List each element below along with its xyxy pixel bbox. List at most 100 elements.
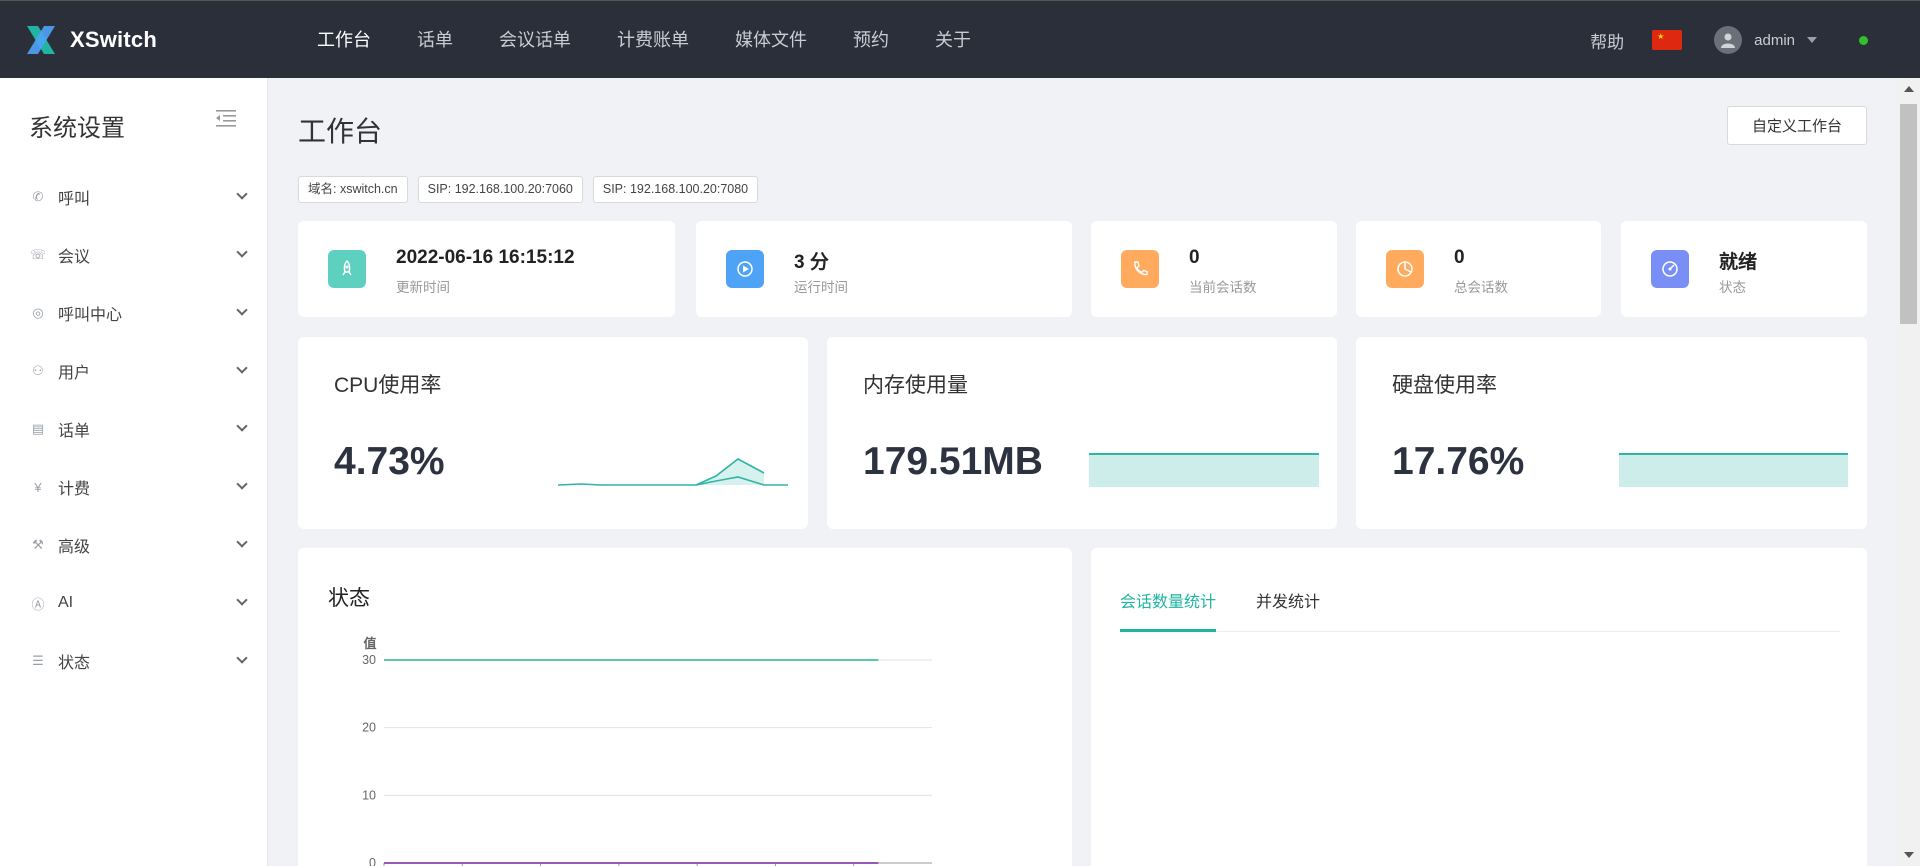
username[interactable]: admin [1754, 32, 1795, 49]
y-axis-label: 值 [363, 636, 376, 651]
stat-value: 3 分 [794, 252, 829, 273]
chevron-down-icon[interactable] [1807, 37, 1817, 43]
chevron-down-icon [236, 420, 248, 432]
chevron-down-icon [236, 594, 248, 606]
phone-icon: ✆ [32, 189, 44, 204]
memory-usage-card: 内存使用量 179.51MB [827, 337, 1337, 529]
stat-label: 运行时间 [794, 280, 848, 295]
stat-label: 状态 [1719, 280, 1746, 295]
metric-title: 硬盘使用率 [1392, 374, 1497, 397]
nav-booking[interactable]: 预约 [830, 1, 912, 79]
stat-card-update-time: 2022-06-16 16:15:12 更新时间 [298, 221, 675, 317]
chevron-down-icon [236, 652, 248, 664]
stat-value: 2022-06-16 16:15:12 [396, 247, 575, 268]
chevron-down-icon [236, 478, 248, 490]
user-avatar-icon[interactable] [1714, 26, 1743, 54]
cpu-sparkline [557, 458, 788, 486]
main-content: 工作台 自定义工作台 域名: xswitch.cn SIP: 192.168.1… [269, 78, 1897, 866]
ai-icon: Ⓐ [31, 596, 45, 612]
metric-value: 17.76% [1392, 440, 1525, 483]
sidebar-item-ai[interactable]: Ⓐ AI [0, 574, 268, 632]
gauge-icon [1651, 250, 1689, 288]
nav-billing[interactable]: 计费账单 [594, 1, 712, 79]
metric-title: CPU使用率 [334, 374, 442, 397]
session-stats-panel: 会话数量统计 并发统计 [1091, 548, 1867, 866]
stat-card-uptime: 3 分 运行时间 [696, 221, 1072, 317]
app-name: XSwitch [70, 26, 157, 52]
sidebar-item-advanced[interactable]: ⚒ 高级 [0, 516, 268, 574]
chevron-down-icon [236, 362, 248, 374]
user-icon: ⚇ [32, 363, 44, 378]
play-icon [726, 250, 764, 288]
sidebar-item-call-center[interactable]: ◎ 呼叫中心 [0, 284, 268, 342]
sidebar-item-call[interactable]: ✆ 呼叫 [0, 168, 268, 226]
conference-icon: ☏ [29, 247, 47, 262]
help-link[interactable]: 帮助 [1590, 28, 1624, 53]
stat-value: 就绪 [1719, 252, 1758, 273]
wrench-icon: ⚒ [32, 537, 44, 552]
billing-icon: ¥ [34, 479, 42, 495]
metric-value: 4.73% [334, 440, 445, 483]
metric-title: 内存使用量 [863, 374, 968, 397]
cpu-usage-card: CPU使用率 4.73% [298, 337, 808, 529]
nav-workbench[interactable]: 工作台 [294, 1, 394, 79]
nav-media-files[interactable]: 媒体文件 [712, 1, 830, 79]
sidebar-item-conference[interactable]: ☏ 会议 [0, 226, 268, 284]
status-line-chart: 值010203016:..16:..16:..16:..16:..16:..16… [362, 636, 932, 866]
server-info-tags: 域名: xswitch.cn SIP: 192.168.100.20:7060 … [298, 176, 768, 203]
top-navbar: XSwitch 工作台 话单 会议话单 计费账单 媒体文件 预约 关于 帮助 ★… [0, 0, 1920, 78]
chevron-down-icon [236, 536, 248, 548]
sip-tag: SIP: 192.168.100.20:7060 [417, 176, 583, 203]
y-tick-label: 0 [369, 856, 376, 866]
collapse-menu-icon[interactable] [214, 108, 238, 128]
nav-about[interactable]: 关于 [912, 1, 994, 79]
metric-value: 179.51MB [863, 440, 1043, 483]
stat-card-status: 就绪 状态 [1621, 221, 1867, 317]
cdr-icon: ▤ [31, 421, 45, 436]
status-panel-title: 状态 [328, 587, 370, 610]
stat-value: 0 [1454, 247, 1465, 268]
stat-label: 更新时间 [396, 280, 450, 295]
stat-card-total-sessions: 0 总会话数 [1356, 221, 1601, 317]
chevron-down-icon [236, 246, 248, 258]
sidebar-item-user[interactable]: ⚇ 用户 [0, 342, 268, 400]
pie-icon [1386, 250, 1424, 288]
tab-session-count[interactable]: 会话数量统计 [1120, 588, 1217, 632]
xswitch-logo-icon [27, 25, 55, 54]
chevron-down-icon [236, 188, 248, 200]
sip-tag: SIP: 192.168.100.20:7080 [592, 176, 759, 203]
disk-usage-card: 硬盘使用率 17.76% [1356, 337, 1867, 529]
customize-workbench-button[interactable]: 自定义工作台 [1727, 106, 1867, 145]
scroll-up-icon[interactable] [1904, 86, 1914, 92]
chevron-down-icon [236, 304, 248, 316]
disk-sparkline [1619, 453, 1848, 487]
page-scrollbar[interactable] [1897, 78, 1920, 866]
stat-label: 当前会话数 [1189, 280, 1257, 295]
app-logo[interactable]: XSwitch [24, 22, 294, 58]
scroll-thumb[interactable] [1900, 104, 1917, 324]
nav-conference-cdr[interactable]: 会议话单 [476, 1, 594, 79]
domain-tag: 域名: xswitch.cn [298, 176, 408, 203]
sidebar-title: 系统设置 [29, 115, 125, 142]
stat-label: 总会话数 [1454, 280, 1508, 295]
status-panel: 状态 值010203016:..16:..16:..16:..16:..16:.… [298, 548, 1072, 866]
y-tick-label: 30 [362, 653, 376, 667]
sidebar-item-cdr[interactable]: ▤ 话单 [0, 400, 268, 458]
sidebar-item-billing[interactable]: ¥ 计费 [0, 458, 268, 516]
rocket-icon [328, 250, 366, 288]
nav-cdr[interactable]: 话单 [394, 1, 476, 79]
memory-sparkline [1089, 453, 1319, 487]
call-center-icon: ◎ [32, 305, 44, 320]
sidebar-item-status[interactable]: ☰ 状态 [0, 632, 268, 690]
main-nav: 工作台 话单 会议话单 计费账单 媒体文件 预约 关于 [294, 1, 994, 79]
online-status-dot [1859, 35, 1868, 45]
scroll-down-icon[interactable] [1904, 852, 1914, 858]
stat-card-current-sessions: 0 当前会话数 [1091, 221, 1337, 317]
y-tick-label: 20 [362, 721, 376, 735]
status-list-icon: ☰ [32, 653, 44, 668]
sidebar-menu: ✆ 呼叫 ☏ 会议 ◎ 呼叫中心 ⚇ 用户 ▤ 话单 ¥ 计费 ⚒ 高级 Ⓐ AI ☰ 状态 [0, 168, 268, 690]
page-title: 工作台 [298, 116, 383, 147]
sidebar: 系统设置 ✆ 呼叫 ☏ 会议 ◎ 呼叫中心 ⚇ 用户 ▤ 话单 ¥ 计费 ⚒ 高级 Ⓐ AI ☰… [0, 78, 268, 866]
tab-concurrency[interactable]: 并发统计 [1256, 588, 1320, 632]
china-flag-icon[interactable]: ★ [1652, 30, 1683, 50]
